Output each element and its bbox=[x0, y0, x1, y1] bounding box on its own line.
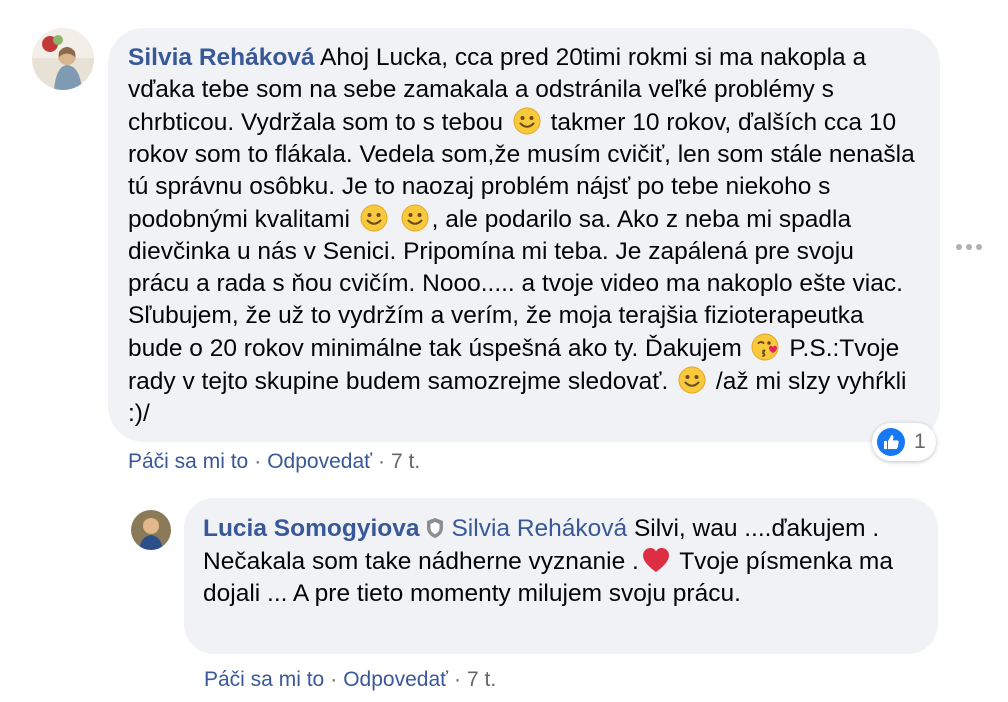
timestamp[interactable]: 7 t. bbox=[467, 668, 496, 691]
separator: · bbox=[254, 450, 262, 473]
like-link[interactable]: Páči sa mi to bbox=[128, 450, 248, 473]
separator: · bbox=[378, 450, 386, 473]
smile-emoji-icon bbox=[400, 203, 430, 233]
comment-body: Silvia Reháková Ahoj Lucka, cca pred 20t… bbox=[128, 42, 918, 430]
kiss-heart-emoji-icon bbox=[751, 332, 781, 362]
reaction-count-badge[interactable]: 1 bbox=[872, 423, 936, 461]
like-link[interactable]: Páči sa mi to bbox=[204, 668, 324, 691]
more-options-icon[interactable] bbox=[956, 237, 990, 250]
reply-author[interactable]: Lucia Somogyiova bbox=[203, 515, 419, 542]
timestamp[interactable]: 7 t. bbox=[391, 450, 420, 473]
separator: · bbox=[330, 668, 338, 691]
comment-bubble: Silvia Reháková Ahoj Lucka, cca pred 20t… bbox=[108, 28, 940, 442]
avatar[interactable] bbox=[131, 510, 171, 550]
separator: · bbox=[454, 668, 462, 691]
comment-thread: Silvia Reháková Ahoj Lucka, cca pred 20t… bbox=[0, 0, 1008, 702]
reply-actions: Páči sa mi to · Odpovedať · 7 t. bbox=[204, 668, 496, 692]
smile-emoji-icon bbox=[677, 365, 707, 395]
smile-emoji-icon bbox=[512, 106, 542, 136]
red-heart-emoji-icon bbox=[641, 545, 671, 575]
like-icon bbox=[877, 428, 905, 456]
comment-actions: Páči sa mi to · Odpovedať · 7 t. bbox=[128, 450, 420, 474]
reply-link[interactable]: Odpovedať bbox=[267, 450, 372, 473]
smile-emoji-icon bbox=[359, 203, 389, 233]
mention-link[interactable]: Silvia Reháková bbox=[451, 515, 627, 542]
reaction-count: 1 bbox=[914, 430, 926, 453]
reply-link[interactable]: Odpovedať bbox=[343, 668, 448, 691]
avatar[interactable] bbox=[32, 28, 94, 90]
reply-body: Lucia Somogyiova Silvia Reháková Silvi, w… bbox=[203, 513, 918, 610]
comment-author[interactable]: Silvia Reháková bbox=[128, 44, 315, 71]
reply-bubble: Lucia Somogyiova Silvia Reháková Silvi, w… bbox=[184, 498, 938, 654]
shield-icon bbox=[427, 518, 444, 538]
